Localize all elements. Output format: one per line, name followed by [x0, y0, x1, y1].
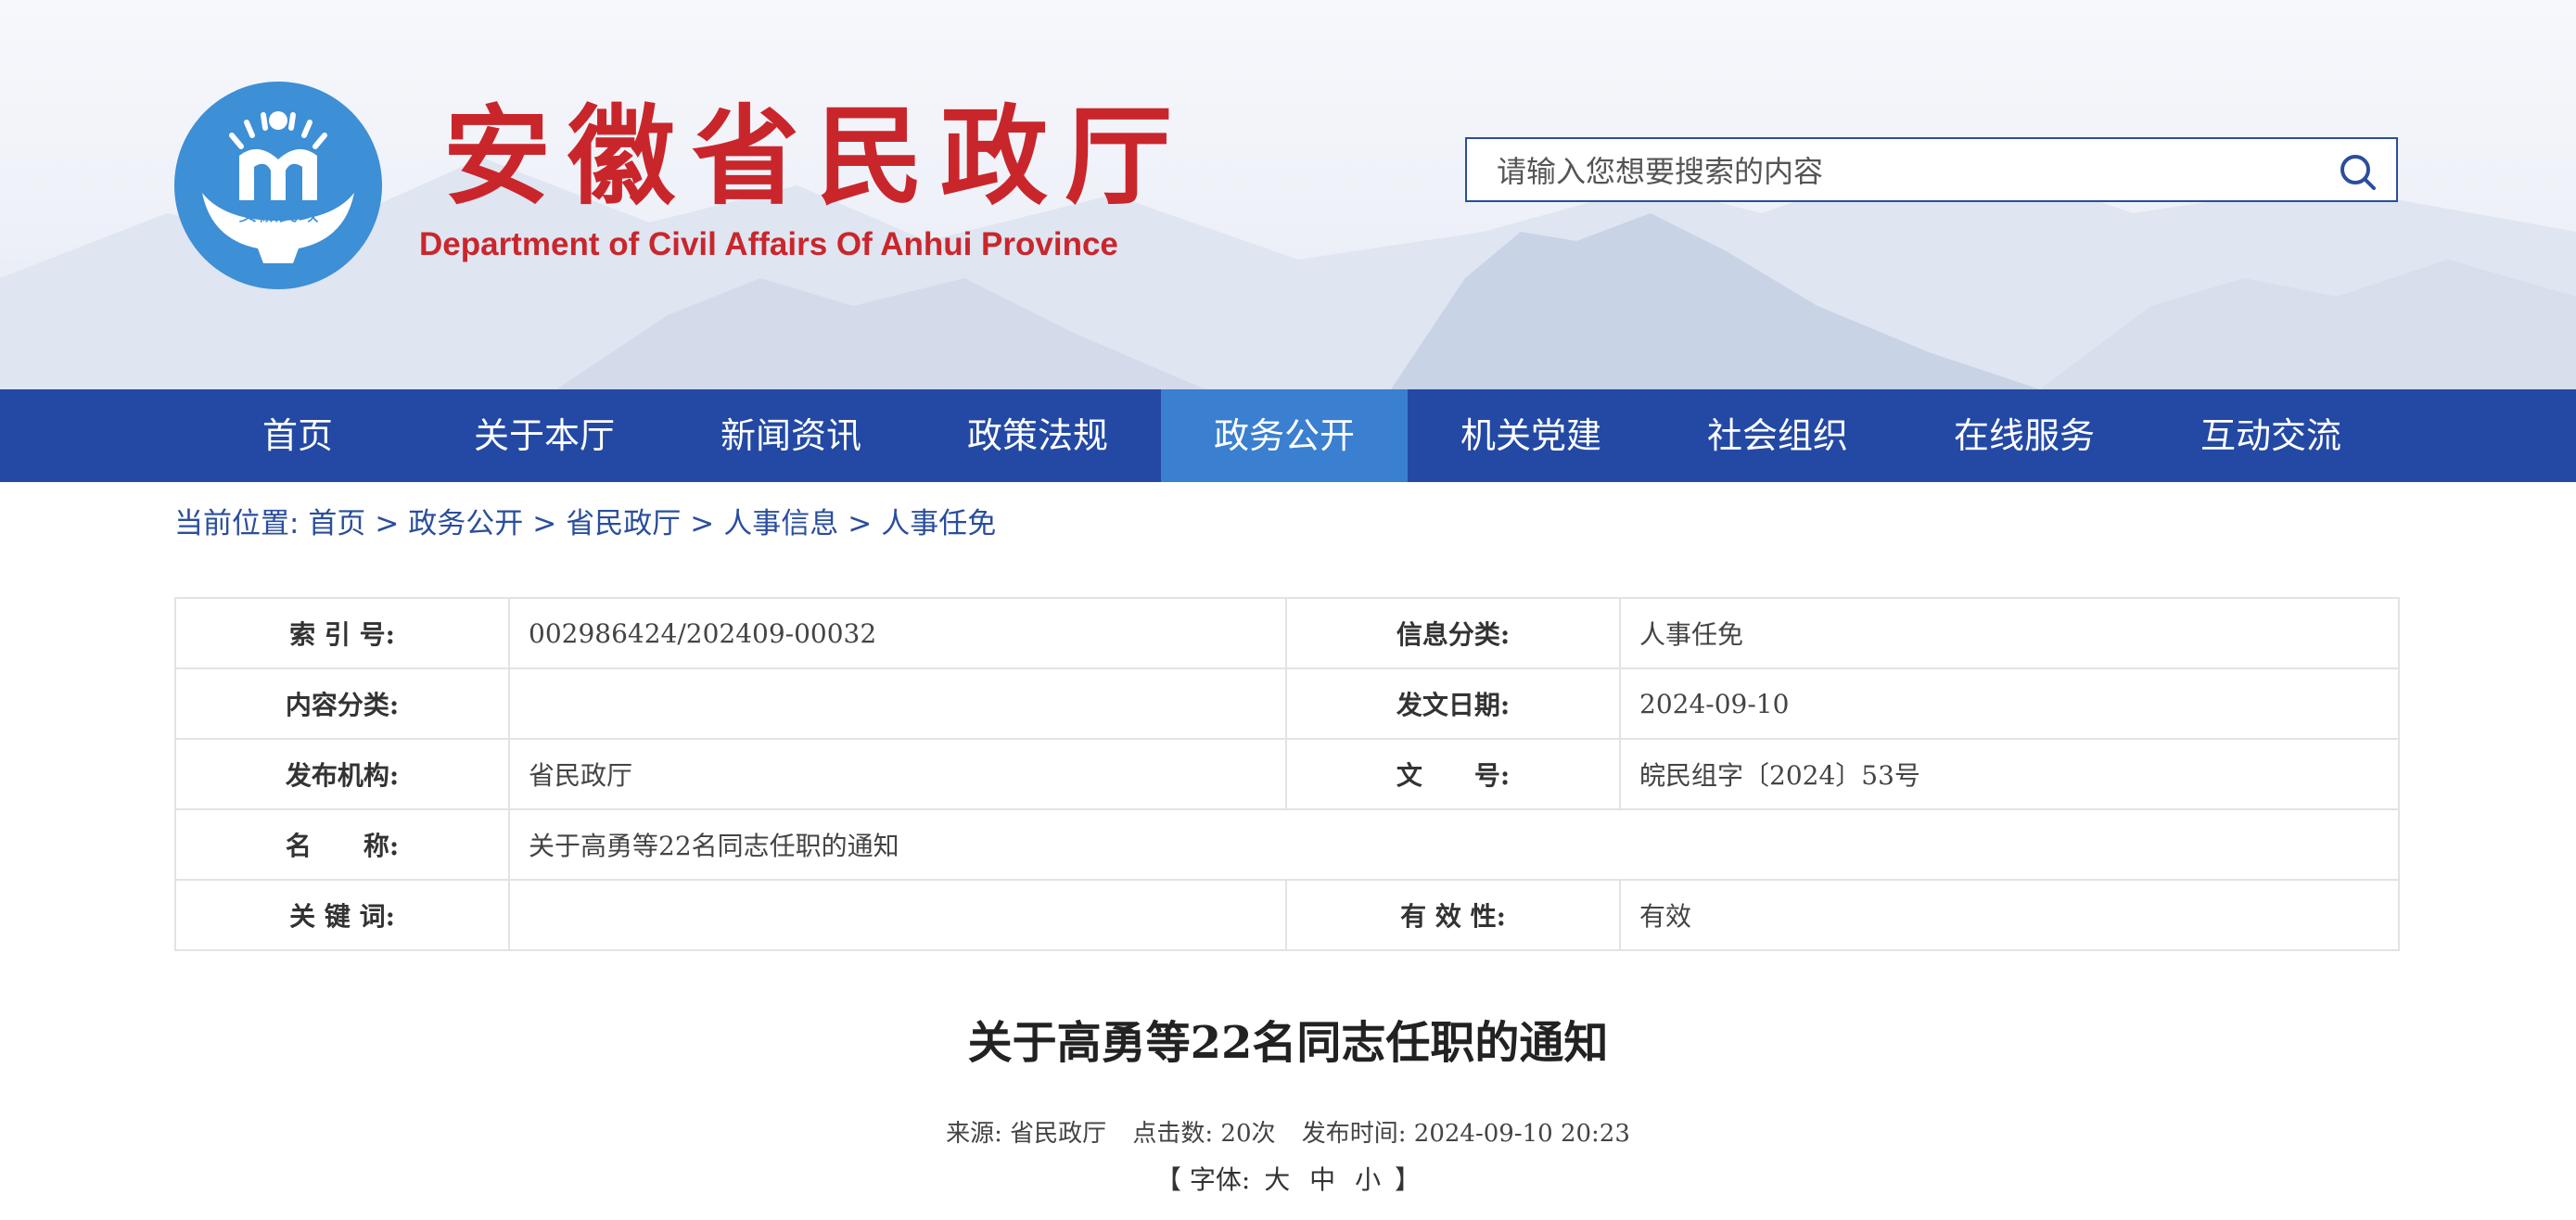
- meta-label: 文 号:: [1285, 738, 1621, 810]
- search-icon[interactable]: [2337, 151, 2378, 192]
- article-source: 来源: 省民政厅: [946, 1120, 1107, 1148]
- nav-item-interaction[interactable]: 互动交流: [2148, 389, 2394, 482]
- font-size-medium-button[interactable]: 中: [1309, 1164, 1335, 1195]
- logo-icon[interactable]: 安徽民政: [174, 82, 382, 289]
- article-clicks: 点击数: 20次: [1132, 1120, 1276, 1148]
- meta-label: 名 称:: [174, 808, 510, 881]
- nav-item-about[interactable]: 关于本厅: [421, 389, 668, 482]
- breadcrumb-separator: >: [532, 507, 557, 540]
- meta-label: 发文日期:: [1285, 667, 1621, 740]
- nav-item-news[interactable]: 新闻资讯: [668, 389, 914, 482]
- meta-value-keywords: [508, 879, 1287, 951]
- search-box: [1465, 137, 2398, 202]
- main-nav: 首页 关于本厅 新闻资讯 政策法规 政务公开 机关党建 社会组织 在线服务 互动…: [0, 389, 2576, 482]
- meta-value-validity: 有效: [1619, 879, 2400, 951]
- breadcrumb-separator: >: [848, 507, 873, 540]
- nav-item-social-org[interactable]: 社会组织: [1654, 389, 1901, 482]
- site-header: 安徽民政 安徽省民政厅 Department of Civil Affairs …: [0, 0, 2576, 389]
- article-title: 关于高勇等22名同志任职的通知: [967, 1017, 1609, 1069]
- breadcrumb-link[interactable]: 政务公开: [408, 507, 523, 540]
- font-size-large-button[interactable]: 大: [1264, 1164, 1290, 1195]
- article-info: 来源: 省民政厅 点击数: 20次 发布时间: 2024-09-10 20:23: [0, 1112, 2576, 1155]
- meta-value-issuer: 省民政厅: [508, 738, 1287, 810]
- nav-item-home[interactable]: 首页: [174, 389, 421, 482]
- svg-text:安徽民政: 安徽民政: [237, 203, 319, 226]
- font-size-label: 【 字体:: [1154, 1164, 1251, 1195]
- nav-item-gov-affairs[interactable]: 政务公开: [1161, 389, 1408, 482]
- meta-label: 关 键 词:: [174, 879, 510, 951]
- nav-item-party[interactable]: 机关党建: [1408, 389, 1654, 482]
- meta-value-category: 人事任免: [1619, 597, 2400, 669]
- table-row: 关 键 词: 有 效 性: 有效: [174, 879, 2400, 951]
- breadcrumb-link[interactable]: 省民政厅: [566, 507, 681, 540]
- meta-label: 有 效 性:: [1285, 879, 1621, 951]
- meta-value-docno: 皖民组字〔2024〕53号: [1619, 738, 2400, 810]
- font-size-selector: 【 字体: 大 中 小 】: [0, 1159, 2576, 1201]
- meta-label: 索 引 号:: [174, 597, 510, 669]
- document-meta-table: 索 引 号: 002986424/202409-00032 信息分类: 人事任免…: [174, 597, 2400, 951]
- meta-value-content: [508, 667, 1287, 740]
- breadcrumb-link[interactable]: 人事信息: [723, 507, 838, 540]
- breadcrumb-link[interactable]: 首页: [308, 507, 365, 540]
- site-subtitle: Department of Civil Affairs Of Anhui Pro…: [419, 226, 1118, 262]
- font-size-small-button[interactable]: 小: [1355, 1164, 1381, 1195]
- site-title: 安徽省民政厅: [443, 95, 1189, 220]
- meta-value-date: 2024-09-10: [1619, 667, 2400, 740]
- nav-item-policy[interactable]: 政策法规: [914, 389, 1161, 482]
- search-input[interactable]: [1495, 148, 2315, 195]
- breadcrumb: 当前位置: 首页 > 政务公开 > 省民政厅 > 人事信息 > 人事任免: [174, 501, 996, 547]
- meta-label: 发布机构:: [174, 738, 510, 810]
- table-row: 名 称: 关于高勇等22名同志任职的通知: [174, 808, 2400, 881]
- table-row: 发布机构: 省民政厅 文 号: 皖民组字〔2024〕53号: [174, 738, 2400, 810]
- breadcrumb-link[interactable]: 人事任免: [881, 507, 996, 540]
- nav-item-online-service[interactable]: 在线服务: [1901, 389, 2148, 482]
- breadcrumb-separator: >: [690, 507, 715, 540]
- font-size-bracket: 】: [1395, 1164, 1422, 1195]
- breadcrumb-label: 当前位置:: [174, 507, 300, 540]
- table-row: 内容分类: 发文日期: 2024-09-10: [174, 667, 2400, 740]
- meta-label: 信息分类:: [1285, 597, 1621, 669]
- meta-value-index: 002986424/202409-00032: [508, 597, 1287, 669]
- table-row: 索 引 号: 002986424/202409-00032 信息分类: 人事任免: [174, 597, 2400, 669]
- meta-label: 内容分类:: [174, 667, 510, 740]
- article-published: 发布时间: 2024-09-10 20:23: [1301, 1120, 1630, 1148]
- breadcrumb-separator: >: [375, 507, 400, 540]
- meta-value-name: 关于高勇等22名同志任职的通知: [508, 808, 2400, 881]
